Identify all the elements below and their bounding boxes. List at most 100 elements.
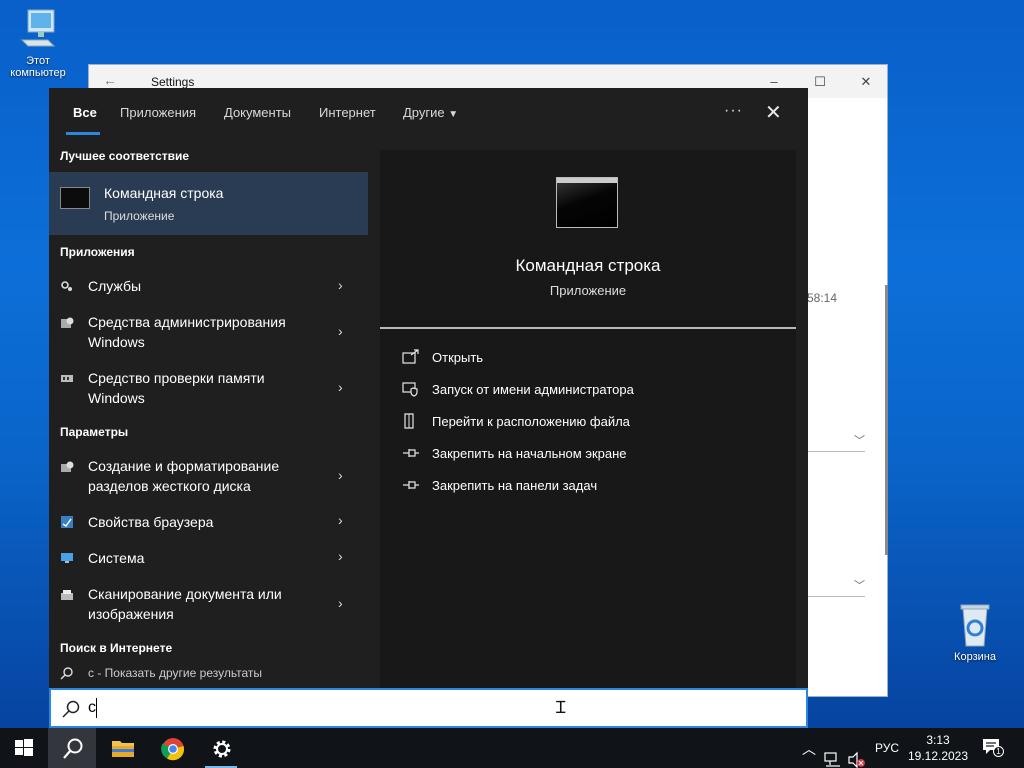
best-match-type: Приложение	[104, 209, 175, 223]
desktop-icon-label: Этот компьютер	[10, 55, 66, 79]
internet-options-icon	[61, 516, 73, 528]
action-label: Закрепить на панели задач	[432, 478, 598, 493]
volume-muted-icon[interactable]	[848, 740, 866, 768]
search-icon	[62, 700, 80, 718]
back-arrow-icon[interactable]: ←	[103, 72, 117, 88]
clock-time: 3:13	[926, 733, 950, 747]
chevron-right-icon[interactable]: ›	[338, 277, 343, 293]
list-item-label: Свойства браузера	[88, 514, 214, 530]
tab-all[interactable]: Все	[73, 105, 97, 120]
notification-center-button[interactable]: 1	[982, 738, 1004, 758]
more-options-button[interactable]: ···	[724, 102, 743, 120]
action-label: Открыть	[432, 350, 484, 365]
action-label: Запуск от имени администратора	[432, 382, 634, 397]
list-item-disk-management[interactable]: Создание и форматирование разделов жестк…	[49, 454, 368, 506]
memory-chip-icon	[61, 375, 73, 382]
search-tabs: Все Приложения Документы Интернет Другие…	[49, 88, 808, 138]
file-location-icon	[404, 413, 414, 429]
taskbar-settings[interactable]	[197, 728, 245, 768]
desktop-icon-recycle-bin[interactable]: Корзина	[937, 602, 1013, 663]
scanner-icon	[61, 590, 73, 600]
list-item-label: Средства администрирования Windows	[88, 314, 286, 350]
list-item-admin-tools[interactable]: Средства администрирования Windows ›	[49, 310, 368, 362]
windows-logo-icon	[15, 739, 33, 756]
list-item-services[interactable]: Службы ›	[49, 264, 368, 308]
settings-time-fragment: 58:14	[807, 291, 838, 305]
open-icon	[402, 349, 419, 364]
list-item-scan-document[interactable]: Сканирование документа или изображения ›	[49, 582, 368, 634]
pin-icon	[403, 449, 419, 457]
best-match-name: Командная строка	[104, 185, 224, 201]
search-query[interactable]: c	[88, 699, 96, 717]
section-web-search: Поиск в Интернете	[60, 641, 173, 655]
active-tab-indicator	[66, 132, 100, 135]
services-icon	[61, 281, 72, 291]
pin-icon	[403, 481, 419, 489]
action-label: Закрепить на начальном экране	[432, 446, 627, 461]
taskbar-search-button[interactable]	[48, 728, 96, 768]
chevron-down-icon: ﹀	[854, 580, 865, 592]
taskbar-file-explorer[interactable]	[98, 728, 146, 768]
clock[interactable]: 3:13 19.12.2023	[906, 732, 970, 764]
best-match-item[interactable]: Командная строка Приложение	[49, 172, 368, 235]
recycle-bin-icon	[960, 604, 990, 647]
tab-apps[interactable]: Приложения	[120, 105, 196, 120]
text-caret	[96, 698, 97, 718]
search-icon	[60, 667, 73, 680]
chevron-right-icon[interactable]: ›	[338, 548, 343, 564]
section-best-match: Лучшее соответствие	[60, 149, 190, 163]
taskbar: ︿ РУС 3:13 19.12.2023 1	[0, 728, 1024, 768]
taskbar-chrome[interactable]	[148, 728, 196, 768]
language-indicator[interactable]: РУС	[875, 741, 899, 768]
tab-other[interactable]: Другие ▼	[403, 105, 458, 120]
search-icon	[63, 738, 83, 759]
gear-icon	[213, 740, 231, 758]
list-item-label: Сканирование документа или изображения	[88, 586, 282, 622]
results-list: Лучшее соответствие Командная строка При…	[49, 138, 368, 688]
close-search-button[interactable]: ✕	[765, 100, 782, 125]
window-bar	[557, 178, 617, 183]
action-label: Перейти к расположению файла	[432, 414, 630, 429]
system-monitor-icon	[61, 553, 73, 563]
desktop-icon-this-pc[interactable]: Этот компьютер	[0, 8, 76, 79]
chevron-right-icon[interactable]: ›	[338, 323, 343, 339]
list-item-internet-options[interactable]: Свойства браузера ›	[49, 510, 368, 540]
network-icon[interactable]	[824, 740, 842, 768]
list-item-web-result[interactable]: c - Показать другие результаты	[49, 663, 368, 688]
preview-title: Командная строка	[515, 256, 661, 275]
show-hidden-icons-chevron-icon[interactable]: ︿	[802, 739, 816, 768]
chevron-down-icon: ﹀	[854, 435, 865, 447]
list-item-label: Система	[88, 550, 145, 566]
list-item-system[interactable]: Система ›	[49, 546, 368, 576]
chevron-right-icon[interactable]: ›	[338, 379, 343, 395]
cmd-icon	[60, 187, 90, 209]
mouse-cursor-ibeam: Ɪ	[556, 698, 566, 717]
section-apps: Приложения	[60, 245, 135, 259]
scrollbar[interactable]	[885, 285, 888, 555]
list-item-label: Службы	[88, 278, 142, 294]
close-button[interactable]: ✕	[843, 69, 889, 95]
window-title: Settings	[151, 75, 195, 89]
search-panel: Все Приложения Документы Интернет Другие…	[49, 88, 808, 688]
start-button[interactable]	[0, 728, 48, 768]
shield-icon	[402, 382, 418, 397]
tab-web[interactable]: Интернет	[319, 105, 376, 120]
search-input[interactable]: c Ɪ	[49, 688, 808, 728]
list-item-label: Создание и форматирование разделов жестк…	[88, 458, 280, 494]
disk-management-icon	[61, 461, 74, 472]
list-item-label: c - Показать другие результаты	[88, 666, 263, 680]
preview-pane: Командная строка Приложение Открыть Запу…	[380, 150, 796, 688]
list-item-memory-diagnostic[interactable]: Средство проверки памяти Windows ›	[49, 366, 368, 418]
cmd-large-icon	[556, 177, 618, 228]
preview-subtitle: Приложение	[549, 283, 627, 298]
folder-icon	[112, 741, 134, 757]
computer-icon	[20, 9, 56, 47]
admin-tools-icon	[61, 317, 74, 328]
tab-documents[interactable]: Документы	[224, 105, 291, 120]
desktop-icon-label: Корзина	[954, 651, 996, 663]
chrome-icon	[161, 738, 185, 761]
tab-other-label: Другие	[403, 105, 445, 120]
chevron-right-icon[interactable]: ›	[338, 467, 343, 483]
chevron-right-icon[interactable]: ›	[338, 595, 343, 611]
chevron-right-icon[interactable]: ›	[338, 512, 343, 528]
